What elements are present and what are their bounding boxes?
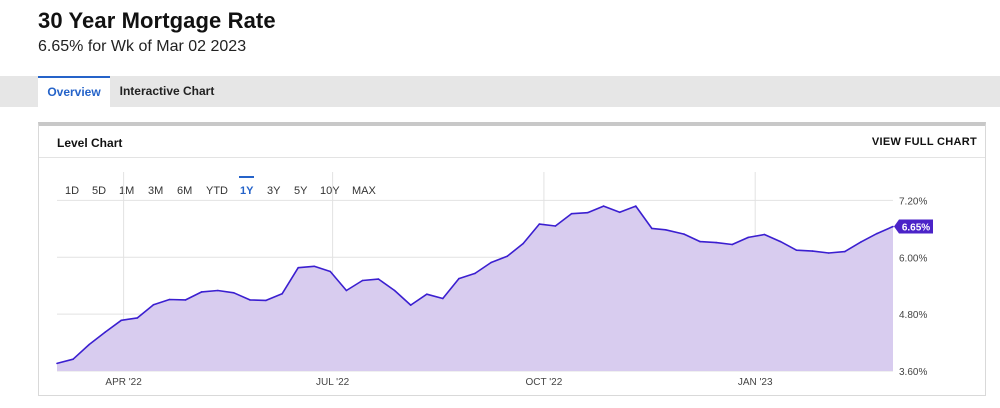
x-tick-label: JAN '23 (738, 377, 773, 388)
data-point (602, 205, 605, 207)
data-point (876, 232, 878, 235)
data-point (313, 265, 316, 268)
data-point (811, 250, 814, 252)
data-point (152, 303, 155, 306)
data-point (72, 358, 74, 361)
last-value-label: 6.65% (902, 222, 930, 233)
data-point (763, 233, 766, 236)
data-point (393, 289, 396, 292)
data-point (860, 241, 862, 243)
data-point (458, 277, 460, 280)
series-area (57, 206, 893, 371)
data-point (892, 225, 894, 228)
data-point (506, 255, 509, 258)
data-point (795, 249, 798, 251)
data-point (490, 261, 492, 264)
data-point (844, 250, 846, 253)
data-point (136, 317, 139, 319)
data-point (779, 240, 782, 243)
data-point (747, 236, 750, 239)
mortgage-rate-chart: 3.60% 4.80% 6.00% 7.20% APR '22 JUL '22 OCT '2… (56, 172, 933, 388)
data-point (699, 240, 701, 243)
y-tick-label: 7.20% (899, 196, 927, 207)
y-tick-label: 4.80% (899, 310, 927, 321)
data-point (88, 343, 90, 346)
data-point (297, 266, 300, 269)
data-point (683, 233, 685, 235)
data-point (104, 331, 106, 333)
data-point (329, 270, 332, 273)
data-point (635, 205, 637, 207)
data-point (409, 304, 412, 306)
y-tick-label: 3.60% (899, 367, 927, 378)
data-point (281, 293, 283, 295)
data-point (651, 227, 653, 230)
data-point (731, 243, 733, 246)
data-point (168, 298, 171, 301)
data-point (200, 291, 203, 293)
data-point (249, 299, 251, 301)
data-point (664, 229, 667, 231)
x-tick-label: OCT '22 (526, 377, 563, 388)
data-point (715, 241, 717, 244)
data-point (56, 362, 58, 365)
x-tick-label: JUL '22 (316, 377, 350, 388)
data-point (426, 293, 428, 296)
data-point (538, 223, 541, 225)
data-point (377, 278, 380, 280)
data-point (474, 272, 476, 275)
data-point (522, 242, 524, 245)
data-point (120, 319, 123, 322)
data-point (827, 252, 830, 254)
data-point (361, 279, 364, 282)
data-point (586, 211, 589, 214)
x-tick-label: APR '22 (105, 377, 142, 388)
data-point (184, 299, 187, 301)
data-point (265, 299, 267, 302)
data-point (570, 212, 573, 215)
data-point (217, 289, 219, 292)
y-tick-label: 6.00% (899, 253, 927, 264)
data-point (554, 225, 557, 227)
data-point (345, 289, 348, 292)
data-point (442, 297, 444, 300)
data-point (618, 211, 621, 214)
data-point (233, 292, 235, 294)
